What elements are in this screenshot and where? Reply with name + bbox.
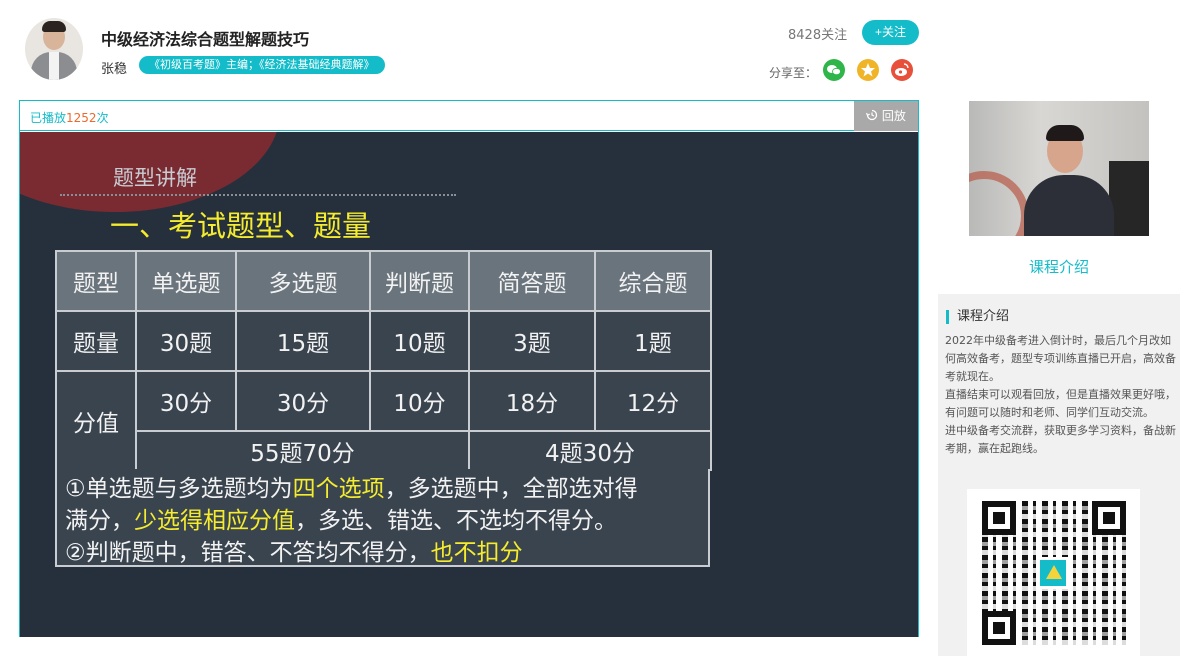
qr-logo-icon: [1037, 557, 1069, 589]
weibo-icon[interactable]: [891, 59, 913, 81]
note-line: 满分，少选得相应分值，多选、错选、不选均不得分。: [65, 508, 617, 534]
table-header-cell: 多选题: [235, 250, 371, 312]
slide-divider: [60, 194, 456, 196]
follower-count: 8428关注: [788, 28, 848, 43]
slide-subtitle: 题型讲解: [113, 166, 197, 190]
wechat-icon[interactable]: [823, 59, 845, 81]
table-cell: 15题: [235, 310, 371, 372]
teacher-video-thumbnail[interactable]: [969, 101, 1149, 236]
play-count: 已播放1252次: [30, 111, 109, 125]
note-line: ②判断题中，错答、不答均不得分，也不扣分: [65, 540, 523, 566]
table-cell: 18分: [468, 370, 596, 432]
slide-notes: ①单选题与多选题均为四个选项，多选题中，全部选对得 满分，少选得相应分值，多选、…: [55, 469, 710, 567]
qr-code: [967, 489, 1140, 656]
replay-icon: [866, 109, 878, 121]
table-row-label: 分值: [55, 370, 137, 471]
video-player[interactable]: 已播放1252次 回放 题型讲解 一、考试题型、题量 题型 单选题 多选题 判断…: [19, 100, 919, 637]
table-cell: 12分: [594, 370, 712, 432]
table-header-cell: 单选题: [135, 250, 237, 312]
slide-heading: 一、考试题型、题量: [110, 209, 372, 243]
table-cell: 30分: [135, 370, 237, 432]
table-cell: 30题: [135, 310, 237, 372]
table-subtotal-cell: 4题30分: [468, 430, 712, 471]
course-intro-panel: 课程介绍 2022年中级备考进入倒计时，最后几个月改如何高效备考，题型专项训练直…: [938, 294, 1180, 656]
table-cell: 10分: [369, 370, 470, 432]
table-header-cell: 综合题: [594, 250, 712, 312]
table-row-label: 题量: [55, 310, 137, 372]
lecture-slide: 题型讲解 一、考试题型、题量 题型 单选题 多选题 判断题 简答题 综合题 题量…: [20, 132, 918, 637]
note-line: ①单选题与多选题均为四个选项，多选题中，全部选对得: [65, 476, 638, 502]
table-subtotal-cell: 55题70分: [135, 430, 470, 471]
table-row: 分值 30分 30分 10分 18分 12分: [55, 370, 712, 471]
course-intro-tab[interactable]: 课程介绍: [969, 256, 1149, 277]
table-cell: 1题: [594, 310, 712, 372]
qzone-icon[interactable]: [857, 59, 879, 81]
table-cell: 30分: [235, 370, 371, 432]
table-cell: 3题: [468, 310, 596, 372]
replay-button[interactable]: 回放: [854, 101, 918, 131]
table-header-cell: 题型: [55, 250, 137, 312]
teacher-name: 张稳: [101, 62, 128, 77]
table-row: 55题70分 4题30分: [56, 430, 712, 471]
table-row: 题量 30题 15题 10题 3题 1题: [55, 310, 712, 372]
play-count-number: 1252: [66, 111, 97, 125]
intro-paragraph: 直播结束可以观看回放，但是直播效果更好哦，有问题可以随时和老师、同学们互动交流。: [945, 388, 1176, 419]
exam-format-table: 题型 单选题 多选题 判断题 简答题 综合题 题量 30题 15题 10题 3题…: [55, 250, 712, 471]
follow-button[interactable]: +关注: [862, 20, 919, 45]
table-header-cell: 判断题: [369, 250, 470, 312]
teacher-avatar: [25, 18, 83, 80]
intro-paragraph: 2022年中级备考进入倒计时，最后几个月改如何高效备考，题型专项训练直播已开启，…: [945, 334, 1176, 383]
share-label: 分享至：: [769, 66, 818, 80]
teacher-tag: 《初级百考题》主编；《经济法基础经典题解》: [139, 56, 385, 74]
intro-heading: 课程介绍: [946, 310, 1009, 324]
course-title: 中级经济法综合题型解题技巧: [101, 30, 310, 49]
intro-text: 2022年中级备考进入倒计时，最后几个月改如何高效备考，题型专项训练直播已开启，…: [945, 332, 1177, 458]
table-header-cell: 简答题: [468, 250, 596, 312]
table-header-row: 题型 单选题 多选题 判断题 简答题 综合题: [55, 250, 712, 312]
table-cell: 10题: [369, 310, 470, 372]
intro-paragraph: 进中级备考交流群，获取更多学习资料，备战新考期，赢在起跑线。: [945, 424, 1176, 455]
player-status-bar: 已播放1252次 回放: [20, 101, 918, 131]
